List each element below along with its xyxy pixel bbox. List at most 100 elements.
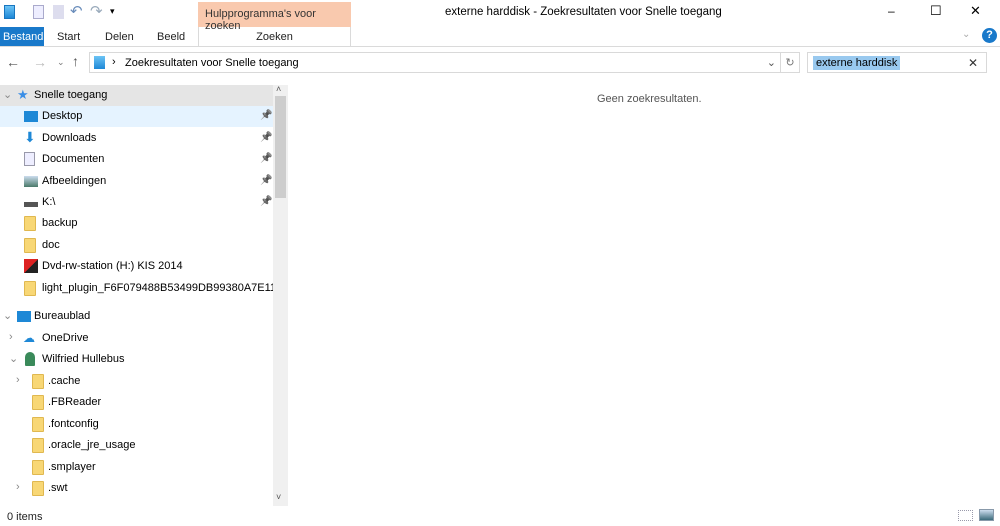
tab-start[interactable]: Start	[57, 27, 80, 46]
nav-quick-access-item[interactable]: light_plugin_F6F079488B53499DB99380A7E11…	[0, 278, 288, 299]
folder-icon	[24, 237, 36, 253]
chevron-down-icon[interactable]: ⌄	[9, 352, 18, 365]
nav-label: K:\	[42, 196, 56, 208]
window-title: externe harddisk - Zoekresultaten voor S…	[445, 6, 722, 18]
nav-bureaublad[interactable]: ⌄ Bureaublad	[0, 306, 273, 327]
folder-icon	[24, 280, 36, 296]
desktop-icon	[24, 111, 38, 123]
nav-quick-access-item[interactable]: Documenten 📌	[0, 149, 273, 170]
address-dropdown-icon[interactable]: ⌄	[767, 56, 776, 69]
pictures-icon	[24, 175, 38, 187]
details-view-button[interactable]	[958, 510, 973, 521]
nav-quick-access-item[interactable]: K:\ 📌	[0, 192, 273, 213]
navigation-pane[interactable]: ⌄ ★ Snelle toegang Desktop 📌 ⬇ Downloads 📌 Do…	[0, 85, 288, 506]
documents-icon	[24, 152, 35, 167]
breadcrumb-current[interactable]: Zoekresultaten voor Snelle toegang	[125, 57, 299, 69]
pin-icon[interactable]: 📌	[260, 196, 272, 207]
folder-icon	[32, 374, 44, 389]
nav-label: Documenten	[42, 153, 105, 166]
pin-icon[interactable]: 📌	[260, 132, 272, 143]
minimize-button[interactable]: –	[888, 4, 895, 18]
pin-icon[interactable]: 📌	[260, 175, 272, 186]
nav-label: .FBReader	[48, 396, 102, 409]
chevron-down-icon[interactable]: ⌄	[3, 309, 12, 322]
nav-quick-access-item[interactable]: doc	[0, 235, 273, 256]
folder-icon	[32, 459, 44, 475]
nav-label: Desktop	[42, 110, 83, 123]
nav-label: Wilfried Hullebus	[42, 353, 125, 365]
folder-icon	[32, 481, 44, 496]
nav-label: .oracle_jre_usage	[48, 439, 136, 452]
back-button[interactable]: ←	[6, 54, 20, 70]
nav-quick-access-item[interactable]: Dvd-rw-station (H:) KIS 2014	[0, 256, 273, 277]
expand-ribbon-icon[interactable]: ⌄	[962, 29, 970, 40]
empty-results-message: Geen zoekresultaten.	[597, 93, 702, 105]
qat-customize-icon[interactable]: ▾	[110, 6, 115, 17]
nav-label: Downloads	[42, 131, 97, 144]
nav-folder-item[interactable]: .FBReader	[0, 392, 273, 413]
nav-onedrive[interactable]: › ☁ OneDrive	[0, 328, 273, 349]
chevron-right-icon[interactable]: ›	[16, 481, 20, 493]
nav-label: .swt	[48, 482, 68, 494]
scroll-down-icon[interactable]: ˅	[276, 492, 281, 502]
qat-newfolder-icon[interactable]	[53, 5, 64, 19]
app-icon	[4, 5, 15, 19]
qat-properties-icon[interactable]	[33, 5, 44, 19]
nav-label: light_plugin_F6F079488B53499DB99380A7E11…	[42, 281, 288, 294]
nav-folder-item[interactable]: .smplayer	[0, 457, 273, 478]
large-icons-view-button[interactable]	[979, 509, 994, 521]
location-icon	[94, 56, 105, 69]
recent-locations-button[interactable]: ⌄	[57, 57, 65, 68]
scrollbar-thumb[interactable]	[275, 96, 286, 198]
undo-icon[interactable]: ↶	[70, 2, 83, 20]
folder-icon	[24, 216, 36, 232]
ribbon-divider	[0, 46, 1000, 47]
address-bar[interactable]: › Zoekresultaten voor Snelle toegang ⌄	[89, 52, 781, 73]
nav-user[interactable]: ⌄ Wilfried Hullebus	[0, 349, 273, 370]
desktop-icon	[17, 311, 31, 322]
nav-quick-access-item[interactable]: backup	[0, 213, 273, 234]
redo-icon[interactable]: ↷	[90, 2, 103, 20]
help-icon[interactable]: ?	[982, 28, 997, 43]
nav-folder-item[interactable]: › .cache	[0, 371, 273, 392]
tab-delen[interactable]: Delen	[105, 27, 134, 46]
up-button[interactable]: ↑	[72, 53, 79, 69]
scroll-up-icon[interactable]: ˄	[276, 84, 281, 94]
nav-quick-access-item[interactable]: ⬇ Downloads 📌	[0, 128, 273, 149]
nav-label: Afbeeldingen	[42, 174, 107, 187]
contextual-tab-group: Hulpprogramma's voor zoeken	[198, 2, 351, 32]
chevron-down-icon[interactable]: ⌄	[3, 88, 12, 101]
tab-beeld[interactable]: Beeld	[157, 27, 185, 46]
search-input[interactable]: externe harddisk ✕	[807, 52, 987, 73]
nav-label: Bureaublad	[34, 310, 91, 322]
tab-bestand[interactable]: Bestand	[0, 27, 44, 46]
nav-label: .fontconfig	[48, 417, 99, 430]
nav-folder-item[interactable]: › .swt	[0, 478, 273, 499]
forward-button[interactable]: →	[33, 54, 47, 70]
nav-quick-access-item[interactable]: Afbeeldingen 📌	[0, 171, 273, 192]
nav-label: doc	[42, 238, 60, 251]
maximize-button[interactable]: ☐	[930, 3, 942, 19]
cloud-icon: ☁	[23, 331, 35, 345]
breadcrumb-separator: ›	[112, 56, 116, 68]
close-button[interactable]: ✕	[970, 3, 981, 19]
folder-icon	[32, 395, 44, 411]
chevron-right-icon[interactable]: ›	[9, 331, 13, 343]
search-value[interactable]: externe harddisk	[813, 56, 901, 70]
chevron-right-icon[interactable]: ›	[16, 374, 20, 386]
download-icon: ⬇	[24, 128, 36, 145]
nav-label: .cache	[48, 375, 81, 387]
clear-search-icon[interactable]: ✕	[968, 56, 978, 70]
tab-zoeken[interactable]: Zoeken	[198, 27, 351, 47]
refresh-button[interactable]: ↻	[780, 52, 800, 73]
nav-folder-item[interactable]: .fontconfig	[0, 414, 273, 435]
nav-label: backup	[42, 217, 78, 230]
nav-quick-access[interactable]: ⌄ ★ Snelle toegang	[0, 85, 273, 106]
nav-label: Snelle toegang	[34, 89, 108, 101]
folder-icon	[32, 438, 44, 454]
nav-quick-access-item[interactable]: Desktop 📌	[0, 106, 273, 128]
nav-folder-item[interactable]: .oracle_jre_usage	[0, 435, 273, 456]
pin-icon[interactable]: 📌	[260, 153, 272, 164]
star-icon: ★	[17, 87, 29, 102]
pin-icon[interactable]: 📌	[260, 110, 272, 121]
